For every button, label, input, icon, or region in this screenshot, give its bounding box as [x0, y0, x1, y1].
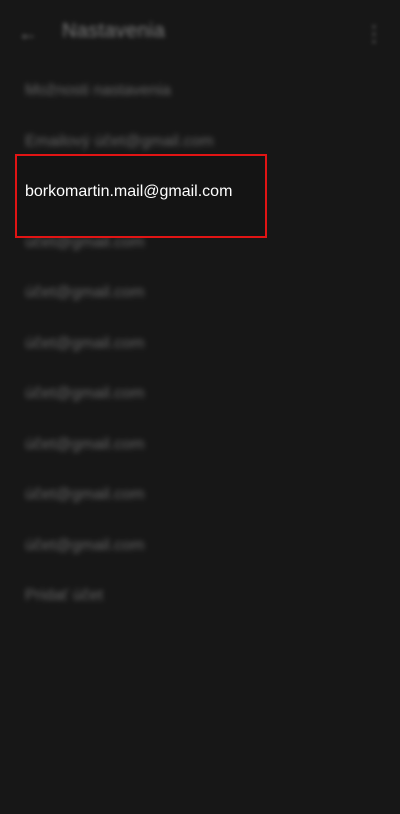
app-bar: ← Nastavenia ⋮ — [0, 0, 400, 66]
list-item-label: účet@gmail.com — [25, 486, 145, 504]
add-account-item[interactable]: Pridať účet — [0, 571, 400, 622]
list-item-label: účet@gmail.com — [25, 435, 145, 453]
account-item[interactable]: účet@gmail.com — [0, 470, 400, 521]
list-item-label: Možnosti nastavenia — [25, 82, 171, 100]
list-item-label: účet@gmail.com — [25, 385, 145, 403]
account-item[interactable]: účet@gmail.com — [0, 369, 400, 420]
list-item-label: účet@gmail.com — [25, 536, 145, 554]
back-arrow-icon[interactable]: ← — [14, 20, 42, 48]
settings-option-general[interactable]: Možnosti nastavenia — [0, 66, 400, 117]
list-item-label: Emailový účet@gmail.com — [25, 132, 214, 150]
settings-account-list: Možnosti nastavenia Emailový účet@gmail.… — [0, 66, 400, 622]
list-item-label: Pridať účet — [25, 587, 104, 605]
list-item-label: účet@gmail.com — [25, 334, 145, 352]
account-item[interactable]: účet@gmail.com — [0, 268, 400, 319]
list-item-label: účet@gmail.com — [25, 284, 145, 302]
page-title: Nastavenia — [62, 20, 166, 42]
list-item-label: účet@gmail.com — [25, 233, 145, 251]
account-item[interactable]: účet@gmail.com — [0, 521, 400, 572]
more-vert-icon[interactable]: ⋮ — [362, 20, 386, 48]
account-item[interactable]: účet@gmail.com — [0, 420, 400, 471]
account-item[interactable]: účet@gmail.com — [0, 218, 400, 269]
selected-account-label[interactable]: borkomartin.mail@gmail.com — [25, 183, 232, 201]
account-item[interactable]: účet@gmail.com — [0, 319, 400, 370]
account-item[interactable]: Emailový účet@gmail.com — [0, 117, 400, 168]
